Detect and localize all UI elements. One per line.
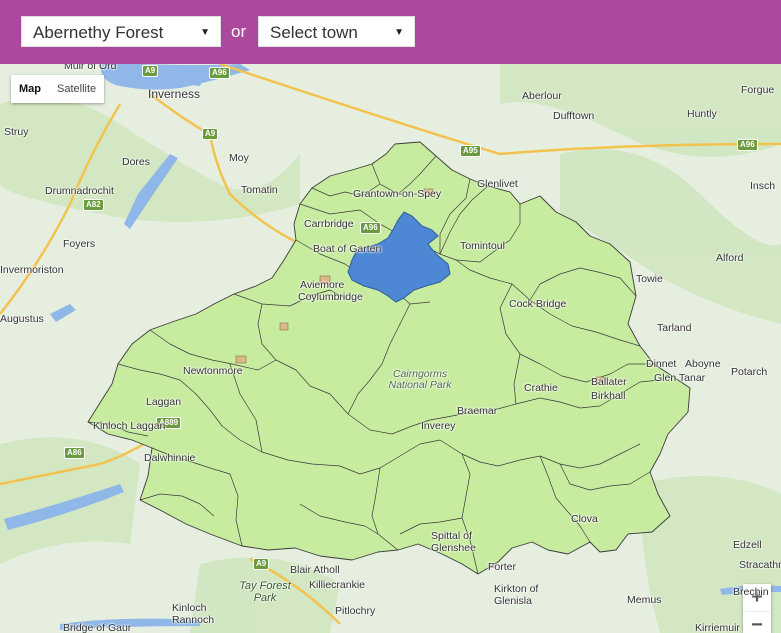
place-label: Glenlivet — [477, 178, 518, 190]
place-label: Tomatin — [241, 184, 278, 196]
place-label: Dalwhinnie — [144, 452, 196, 464]
road-label: A95 — [460, 145, 481, 157]
town-select-value: Select town — [270, 23, 358, 42]
place-label: Tomintoul — [460, 240, 505, 252]
place-label: Memus — [627, 594, 662, 606]
road-label: A96 — [737, 139, 758, 151]
place-label: Inverey — [421, 420, 456, 432]
place-label: Glen Tanar — [654, 372, 706, 384]
place-label: Tarland — [657, 322, 692, 334]
place-label: Dores — [122, 156, 151, 168]
dropdown-arrow-icon: ▼ — [200, 27, 210, 38]
place-label: Dufftown — [553, 110, 595, 122]
zoom-out-button[interactable]: − — [743, 612, 771, 633]
place-label: Blair Atholl — [290, 564, 340, 576]
place-label: Invermoriston — [0, 264, 64, 276]
road-label: A9 — [253, 558, 270, 570]
place-label: Moy — [229, 152, 249, 164]
map-type-satellite-button[interactable]: Satellite — [49, 75, 104, 103]
place-label: Insch — [750, 180, 776, 192]
road-label: A9 — [202, 128, 219, 140]
place-label: Laggan — [146, 396, 182, 408]
place-label: Kirriemuir — [695, 622, 740, 633]
place-label: Bridge of Gaur — [63, 622, 132, 633]
place-label: Newtonmore — [183, 365, 243, 377]
place-label: Birkhall — [591, 390, 626, 402]
place-label: Forter — [488, 561, 517, 573]
road-label: A9 — [142, 65, 159, 77]
road-label: A82 — [83, 199, 104, 211]
place-label: Edzell — [733, 539, 762, 551]
place-label: Huntly — [687, 108, 717, 120]
or-label: or — [231, 22, 247, 41]
road-label: A86 — [64, 447, 85, 459]
place-label: Brechin — [733, 586, 769, 598]
place-label: Kinloch Laggan — [93, 420, 166, 432]
place-label: Forgue — [741, 84, 775, 96]
place-label: Foyers — [63, 238, 96, 250]
area-select[interactable]: Abernethy Forest ▼ — [21, 16, 221, 47]
road-label: A96 — [209, 67, 230, 79]
place-label: Towie — [636, 273, 663, 285]
place-label: Pitlochry — [335, 605, 376, 617]
place-label: Spittal of Glenshee — [431, 530, 476, 554]
park-label: Tay Forest Park — [239, 580, 291, 604]
map-graphic — [0, 64, 781, 633]
road-label: A96 — [360, 222, 381, 234]
map-canvas[interactable]: Map Satellite + − A9 A96 A9 A95 A96 A82 … — [0, 64, 781, 633]
map-type-map-button[interactable]: Map — [11, 75, 49, 103]
place-label: Aberlour — [522, 90, 562, 102]
place-label: Dinnet — [646, 358, 677, 370]
park-label: Cairngorms National Park — [388, 368, 452, 391]
place-label: Braemar — [457, 405, 498, 417]
place-label: Stracathro — [739, 559, 781, 571]
dropdown-arrow-icon: ▼ — [394, 27, 404, 38]
place-label: Carrbridge — [304, 218, 354, 230]
place-label: Kinloch Rannoch — [172, 602, 215, 626]
place-label: Clova — [571, 513, 598, 525]
place-label: Augustus — [0, 313, 44, 325]
place-label: Boat of Garten — [313, 243, 382, 255]
place-label: Potarch — [731, 366, 768, 378]
place-label: Alford — [716, 252, 744, 264]
place-label: Muir of Ord — [64, 64, 117, 72]
place-label: Aviemore — [300, 279, 345, 291]
place-label: Coylumbridge — [298, 291, 363, 303]
place-label: Grantown-on-Spey — [353, 188, 442, 200]
place-label: Killiecrankie — [309, 579, 366, 591]
place-label: Crathie — [524, 382, 558, 394]
filter-bar: Abernethy Forest ▼ or Select town ▼ — [0, 0, 781, 64]
place-label: Drumnadrochit — [45, 185, 114, 197]
map-type-toggle: Map Satellite — [11, 75, 105, 103]
place-label: Struy — [4, 126, 29, 138]
place-label: Ballater — [591, 376, 627, 388]
town-select[interactable]: Select town ▼ — [258, 16, 415, 47]
place-label: Aboyne — [685, 358, 721, 370]
area-select-value: Abernethy Forest — [33, 23, 164, 42]
place-label: Kirkton of Glenisla — [494, 583, 539, 607]
place-label: Inverness — [148, 87, 201, 101]
place-label: Cock Bridge — [509, 298, 567, 310]
